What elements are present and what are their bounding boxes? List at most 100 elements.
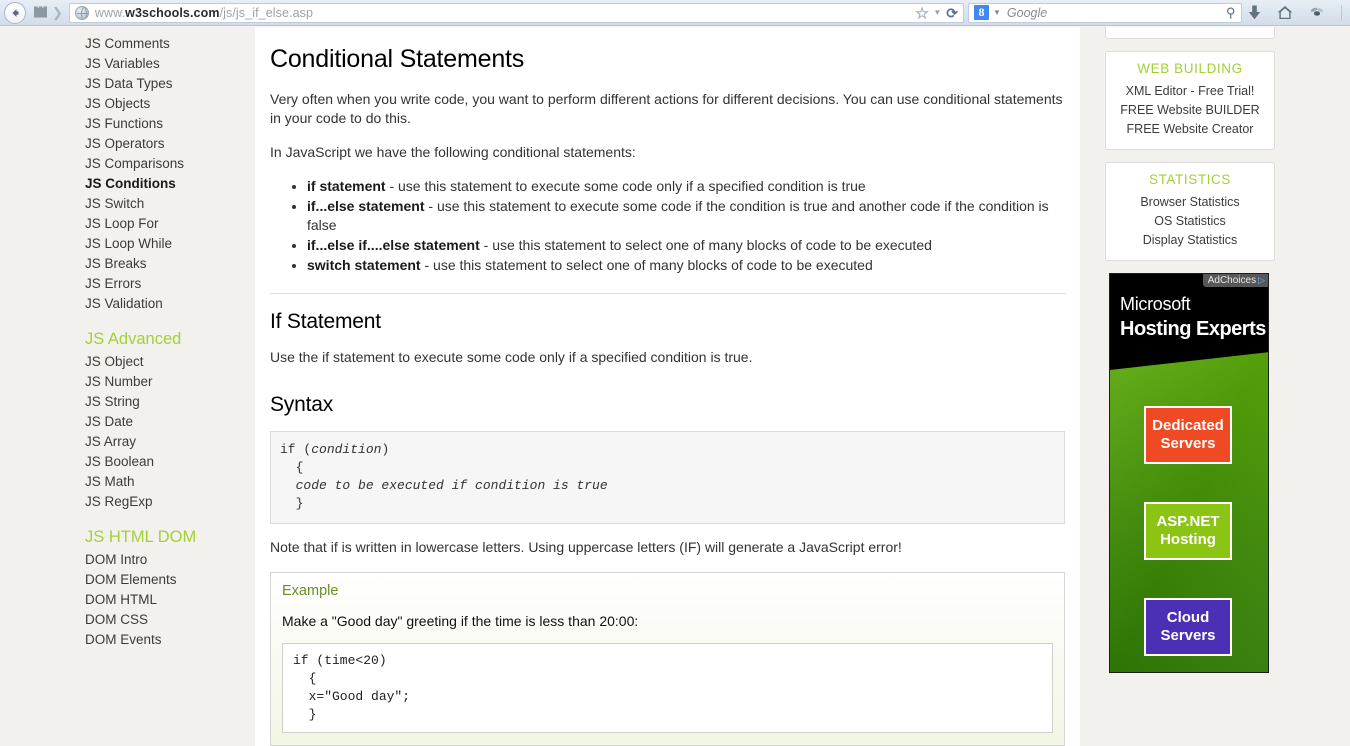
adchoices-label: AdChoices [1207,275,1257,286]
sidebar-item-js-objects[interactable]: JS Objects [75,94,240,114]
sidebar-item-js-date[interactable]: JS Date [75,412,240,432]
sidebar-item-dom-intro[interactable]: DOM Intro [75,550,240,570]
browser-toolbar: ❯ www.w3schools.com/js/js_if_else.asp ★ … [0,0,1350,26]
sidebar-item-js-loop-for[interactable]: JS Loop For [75,214,240,234]
note-paragraph: Note that if is written in lowercase let… [270,539,902,555]
address-bar-tools: ★ ▼ ⟳ [910,5,958,20]
code-part: } [295,496,304,511]
page-title: Conditional Statements [270,45,525,73]
globe-icon [74,5,89,20]
panel-title: STATISTICS [1148,172,1231,187]
bookmark-star-icon[interactable]: ★ [915,5,929,20]
download-icon[interactable] [1248,5,1261,20]
sidebar-item-js-number[interactable]: JS Number [75,372,240,392]
list-item: if...else if....else statement - use thi… [307,236,1063,255]
list-item: if statement - use this statement to exe… [307,177,1063,196]
page-viewport: JS Comments JS Variables JS Data Types J… [0,27,1350,746]
ad-button-aspnet-hosting[interactable]: ASP.NET Hosting [1144,502,1232,560]
sidebar-item-js-operators[interactable]: JS Operators [75,134,240,154]
sidebar-item-js-regexp[interactable]: JS RegExp [75,492,240,512]
panel-link-browser-statistics[interactable]: Browser Statistics [1112,193,1268,212]
toolbar-icon-group [1248,4,1350,21]
syntax-code-block: if (condition) { code to be executed if … [270,431,1065,524]
bookshelf-icon [33,6,47,18]
sidebar-navigation: JS Comments JS Variables JS Data Types J… [75,27,240,650]
sidebar-item-js-array[interactable]: JS Array [75,432,240,452]
sidebar-item-js-validation[interactable]: JS Validation [75,294,240,314]
search-box[interactable]: 8 ▼ Google ⚲ [968,2,1242,23]
search-engine-chevron-icon[interactable]: ▼ [993,8,1001,17]
advertisement-banner[interactable]: AdChoices ▷ Microsoft Hosting Experts De… [1109,273,1269,673]
code-part: if ( [280,442,312,457]
list-item-desc: - use this statement to execute some cod… [385,178,866,194]
toolbar-divider [1341,4,1342,21]
sidebar-item-js-boolean[interactable]: JS Boolean [75,452,240,472]
sidebar-item-dom-elements[interactable]: DOM Elements [75,570,240,590]
sidebar-item-js-string[interactable]: JS String [75,392,240,412]
if-statement-description: Use the if statement to execute some cod… [270,349,753,365]
sidebar-section-js-advanced: JS Advanced [85,330,182,348]
fly-bug-icon [1310,7,1324,16]
sidebar-item-js-comparisons[interactable]: JS Comparisons [75,154,240,174]
sidebar-item-js-object[interactable]: JS Object [75,352,240,372]
panel-link-website-creator[interactable]: FREE Website Creator [1112,120,1268,139]
ad-button-dedicated-servers[interactable]: Dedicated Servers [1144,406,1232,464]
list-item-desc: - use this statement to select one of ma… [420,257,873,273]
sidebar-item-js-conditions[interactable]: JS Conditions [75,174,240,194]
heading-if-statement: If Statement [270,310,381,333]
sidebar-item-js-errors[interactable]: JS Errors [75,274,240,294]
sidebar-item-js-math[interactable]: JS Math [75,472,240,492]
search-icon[interactable]: ⚲ [1226,5,1236,21]
navigation-buttons: ❯ [0,1,65,24]
panel-partial-top [1105,27,1275,39]
conditional-statements-list: if statement - use this statement to exe… [267,177,1068,282]
panel-link-os-statistics[interactable]: OS Statistics [1112,212,1268,231]
url-text: www.w3schools.com/js/js_if_else.asp [94,5,314,20]
panel-link-xml-editor[interactable]: XML Editor - Free Trial! [1112,82,1268,101]
intro-paragraph: Very often when you write code, you want… [270,91,1063,126]
home-house-icon [1277,6,1293,19]
sidebar-item-js-breaks[interactable]: JS Breaks [75,254,240,274]
back-button[interactable] [4,1,26,24]
sidebar-item-js-data-types[interactable]: JS Data Types [75,74,240,94]
list-item: switch statement - use this statement to… [307,256,1063,275]
list-item-term: switch statement [307,257,421,273]
panel-link-display-statistics[interactable]: Display Statistics [1112,231,1268,250]
sidebar-item-js-functions[interactable]: JS Functions [75,114,240,134]
address-bar[interactable]: www.w3schools.com/js/js_if_else.asp ★ ▼ … [68,2,964,23]
sidebar-section-js-html-dom: JS HTML DOM [85,528,197,546]
back-arrow-icon [12,8,19,17]
sidebar-item-dom-html[interactable]: DOM HTML [75,590,240,610]
sidebar-item-js-loop-while[interactable]: JS Loop While [75,234,240,254]
reload-icon[interactable]: ⟳ [946,6,958,20]
example-description: Make a "Good day" greeting if the time i… [282,613,639,629]
code-italic-condition: condition [311,442,382,457]
sidebar-item-js-switch[interactable]: JS Switch [75,194,240,214]
example-box: Example Make a "Good day" greeting if th… [270,572,1065,746]
sidebar-item-js-comments[interactable]: JS Comments [75,34,240,54]
search-input[interactable]: Google [1007,6,1047,20]
chevron-down-icon[interactable]: ▼ [933,8,941,17]
right-sidebar: WEB BUILDING XML Editor - Free Trial! FR… [1105,27,1275,673]
list-item: if...else statement - use this statement… [307,197,1063,235]
panel-link-website-builder[interactable]: FREE Website BUILDER [1112,101,1268,120]
panel-statistics: STATISTICS Browser Statistics OS Statist… [1105,162,1275,261]
sidebar-item-dom-css[interactable]: DOM CSS [75,610,240,630]
home-icon[interactable] [1277,5,1293,20]
fly-icon[interactable] [1309,6,1325,19]
lead-paragraph: In JavaScript we have the following cond… [270,144,636,160]
example-label: Example [282,583,339,599]
list-item-desc: - use this statement to select one of ma… [479,237,932,253]
ad-headline-text: Hosting Experts [1120,318,1266,340]
code-italic-body: code to be executed if condition is true [295,478,608,493]
sidebar-item-js-variables[interactable]: JS Variables [75,54,240,74]
heading-syntax: Syntax [270,393,333,416]
history-list-icon[interactable] [28,2,52,24]
sidebar-item-dom-events[interactable]: DOM Events [75,630,240,650]
list-item-term: if...else statement [307,198,425,214]
adchoices-badge[interactable]: AdChoices ▷ [1202,274,1268,287]
breadcrumb-chevron-icon: ❯ [52,4,63,20]
list-item-term: if...else if....else statement [307,237,480,253]
panel-title: WEB BUILDING [1137,61,1243,76]
ad-button-cloud-servers[interactable]: Cloud Servers [1144,598,1232,656]
